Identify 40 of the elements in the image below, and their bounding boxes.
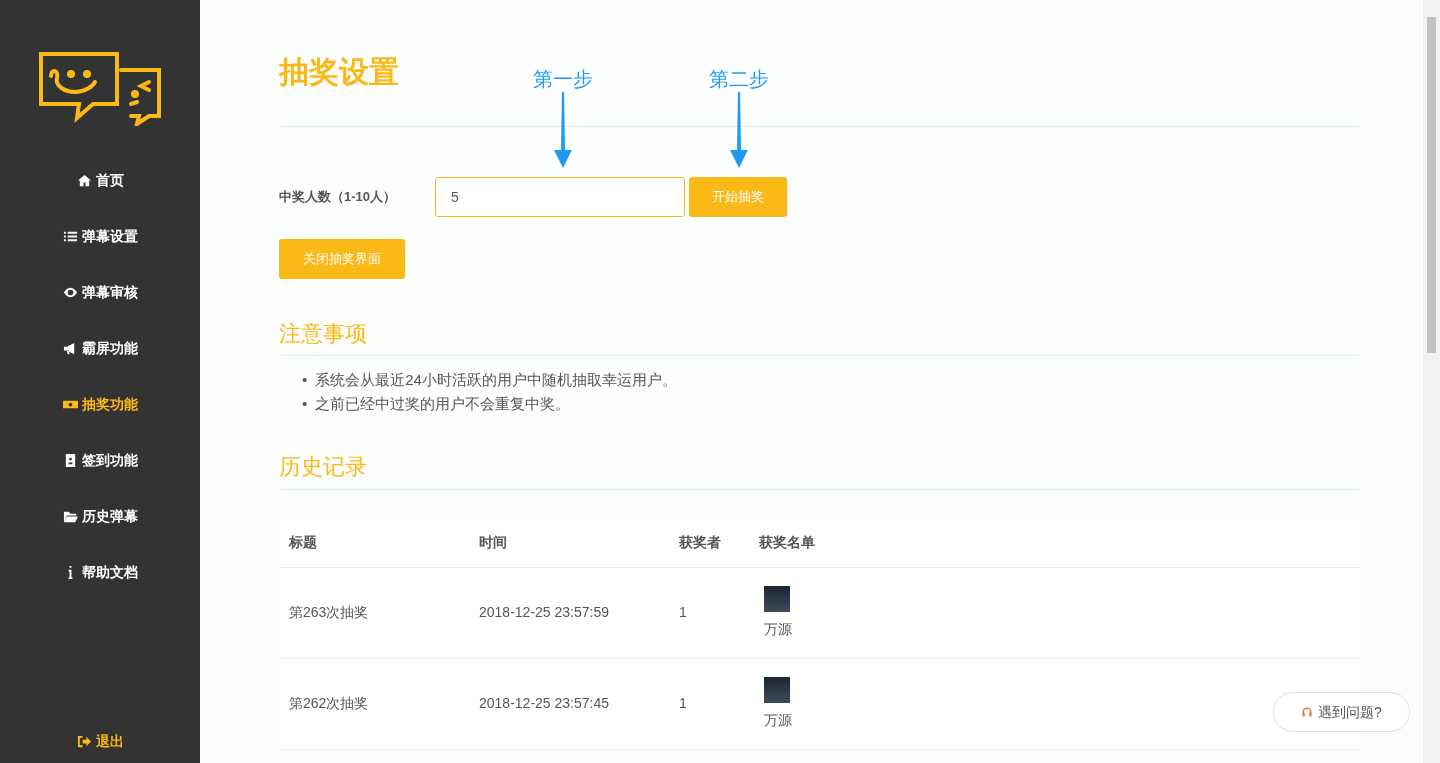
page-title: 抽奖设置 <box>279 54 399 90</box>
bullet-mark: • <box>302 370 308 391</box>
table-cell-text: 1 <box>679 694 688 714</box>
sign-out-icon <box>76 734 92 749</box>
sidebar-item[interactable]: 霸屏功能 <box>0 320 200 376</box>
note-item: 系统会从最近24小时活跃的用户中随机抽取幸运用户。 <box>315 370 677 391</box>
winner-name: 万源 <box>764 710 792 730</box>
count-input[interactable]: 5 <box>435 177 685 217</box>
winner-name: 万源 <box>764 619 792 639</box>
sidebar-item[interactable]: 弹幕审核 <box>0 264 200 320</box>
column-header: 获奖者 <box>679 533 722 553</box>
section-heading: 注意事项 <box>279 321 1360 357</box>
table-cell-text: 2018-12-25 23:57:45 <box>479 694 610 714</box>
sidebar-item[interactable]: 弹幕设置 <box>0 208 200 264</box>
sidebar-item[interactable]: 历史弹幕 <box>0 488 200 544</box>
scrollbar[interactable] <box>1423 0 1440 763</box>
field-label: 中奖人数（1-10人） <box>279 188 398 207</box>
help-button[interactable]: 遇到问题? <box>1273 692 1410 732</box>
sidebar-item[interactable]: 帮助文档 <box>0 544 200 600</box>
annotation-label: 第二步 <box>708 67 770 92</box>
column-header: 标题 <box>288 533 318 553</box>
avatar-photo-placeholder <box>764 676 790 703</box>
scrollbar-thumb[interactable] <box>1427 17 1436 353</box>
logout-link[interactable]: 退出 <box>0 730 200 753</box>
avatar-photo-placeholder <box>764 585 790 612</box>
table-cell-text: 第263次抽奖 <box>288 603 370 623</box>
sidebar-item[interactable]: 首页 <box>0 152 200 208</box>
sidebar-item[interactable]: 抽奖功能 <box>0 376 200 432</box>
sidebar-item[interactable]: 签到功能 <box>0 432 200 488</box>
column-header: 时间 <box>479 533 508 553</box>
note-item: 之前已经中过奖的用户不会重复中奖。 <box>315 394 571 415</box>
column-header: 获奖名单 <box>759 533 816 553</box>
annotation-label: 第一步 <box>532 67 594 92</box>
section-heading: 历史记录 <box>279 454 1360 490</box>
table-cell-text: 第262次抽奖 <box>288 694 370 714</box>
table-cell-text: 1 <box>679 603 688 623</box>
bullet-mark: • <box>302 394 308 415</box>
headset-icon <box>1301 706 1314 718</box>
table-cell-text: 2018-12-25 23:57:59 <box>479 603 610 623</box>
home-icon <box>76 172 92 188</box>
